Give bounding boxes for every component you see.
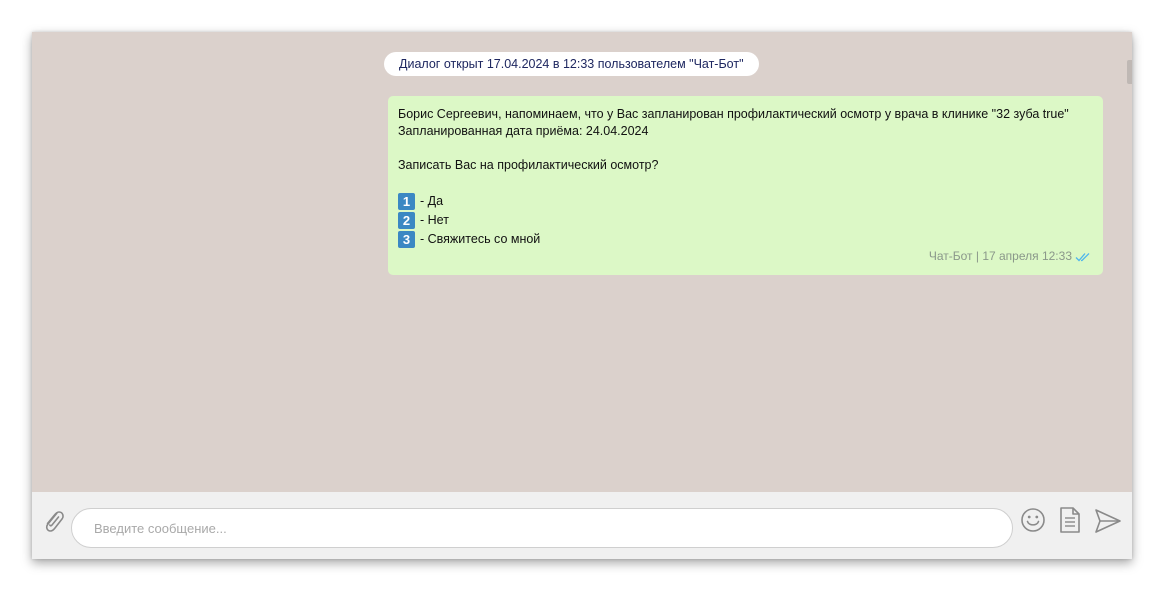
message-sender-time: Чат-Бот | 17 апреля 12:33 bbox=[928, 249, 1072, 263]
scrollbar-thumb[interactable] bbox=[1127, 60, 1132, 84]
option-item: 1 - Да bbox=[398, 192, 1093, 211]
dialog-opened-notice: Диалог открыт 17.04.2024 в 12:33 пользов… bbox=[384, 52, 759, 76]
keycap-3-icon: 3 bbox=[398, 231, 415, 248]
message-line-date: Запланированная дата приёма: 24.04.2024 bbox=[398, 124, 649, 138]
document-icon[interactable] bbox=[1059, 506, 1081, 534]
keycap-1-icon: 1 bbox=[398, 193, 415, 210]
option-item: 3 - Свяжитесь со мной bbox=[398, 230, 1093, 249]
option-label: - Свяжитесь со мной bbox=[420, 232, 541, 246]
message-composer bbox=[32, 492, 1132, 559]
option-label: - Нет bbox=[420, 213, 449, 227]
double-check-icon bbox=[1075, 252, 1091, 262]
outgoing-message: Борис Сергеевич, напоминаем, что у Вас з… bbox=[388, 96, 1103, 275]
message-line-reminder: Борис Сергеевич, напоминаем, что у Вас з… bbox=[398, 107, 1069, 121]
option-label: - Да bbox=[420, 194, 444, 208]
message-meta: Чат-Бот | 17 апреля 12:33 bbox=[929, 248, 1091, 265]
keycap-2-icon: 2 bbox=[398, 212, 415, 229]
option-item: 2 - Нет bbox=[398, 211, 1093, 230]
message-input[interactable] bbox=[71, 508, 1013, 548]
smiley-icon[interactable] bbox=[1020, 507, 1046, 533]
chat-window: Диалог открыт 17.04.2024 в 12:33 пользов… bbox=[32, 32, 1132, 559]
paperclip-icon[interactable] bbox=[40, 506, 66, 536]
send-icon[interactable] bbox=[1094, 508, 1122, 534]
message-question: Записать Вас на профилактический осмотр? bbox=[398, 158, 659, 172]
